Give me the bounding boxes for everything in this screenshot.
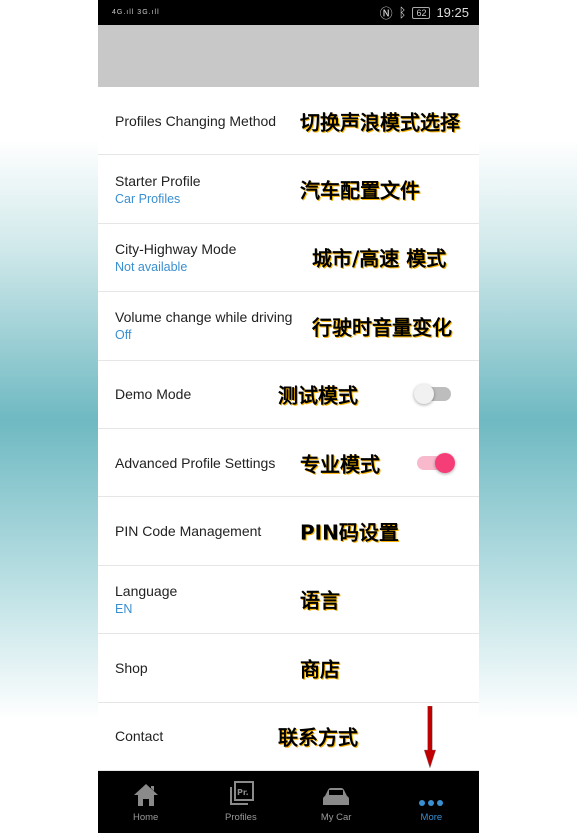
nav-profiles[interactable]: Pr. Profiles — [193, 771, 288, 833]
annotation: 专业模式 — [300, 452, 380, 477]
annotation: 联系方式 — [278, 725, 358, 750]
setting-pin-code[interactable]: PIN Code Management PIN码设置 — [98, 497, 479, 566]
nav-more[interactable]: More — [384, 771, 479, 833]
annotation: 城市/高速 模式 — [312, 246, 447, 271]
annotation: 测试模式 — [278, 383, 358, 408]
more-dots-icon — [419, 800, 444, 806]
nav-home[interactable]: Home — [98, 771, 193, 833]
settings-list: Profiles Changing Method 切换声浪模式选择 Starter… — [98, 87, 479, 771]
svg-text:Pr.: Pr. — [237, 788, 249, 797]
setting-volume-change[interactable]: Volume change while driving Off 行驶时音量变化 — [98, 292, 479, 361]
signal-indicators: 4G.ıll 3G.ıll — [112, 9, 160, 16]
setting-language[interactable]: Language EN 语言 — [98, 566, 479, 635]
bluetooth-icon: ᛒ — [398, 5, 407, 20]
home-icon — [133, 784, 158, 806]
car-icon — [323, 788, 350, 805]
status-bar: 4G.ıll 3G.ıll Ⓝ ᛒ 62 19:25 — [98, 0, 479, 25]
setting-advanced-profile: Advanced Profile Settings 专业模式 — [98, 429, 479, 498]
nfc-icon: Ⓝ — [379, 6, 393, 21]
bottom-nav: Home Pr. Profiles My Car More — [98, 771, 479, 833]
clock: 19:25 — [436, 5, 469, 20]
setting-profiles-changing-method[interactable]: Profiles Changing Method 切换声浪模式选择 — [98, 87, 479, 156]
app-header — [98, 25, 479, 87]
annotation: 商店 — [300, 657, 340, 682]
setting-city-highway-mode[interactable]: City-Highway Mode Not available 城市/高速 模式 — [98, 224, 479, 293]
advanced-profile-toggle[interactable] — [417, 452, 455, 473]
setting-shop[interactable]: Shop 商店 — [98, 634, 479, 703]
annotation: 切换声浪模式选择 — [300, 110, 460, 135]
setting-demo-mode: Demo Mode 测试模式 — [98, 361, 479, 429]
setting-starter-profile[interactable]: Starter Profile Car Profiles 汽车配置文件 — [98, 155, 479, 224]
battery-icon: 62 — [412, 6, 431, 19]
annotation: 语言 — [300, 588, 340, 613]
annotation: PIN码设置 — [300, 520, 399, 545]
annotation: 汽车配置文件 — [300, 178, 420, 203]
annotation: 行驶时音量变化 — [312, 315, 452, 340]
nav-my-car[interactable]: My Car — [289, 771, 384, 833]
demo-mode-toggle[interactable] — [414, 384, 451, 405]
red-arrow-annotation — [423, 706, 437, 768]
profiles-icon: Pr. — [229, 781, 254, 805]
